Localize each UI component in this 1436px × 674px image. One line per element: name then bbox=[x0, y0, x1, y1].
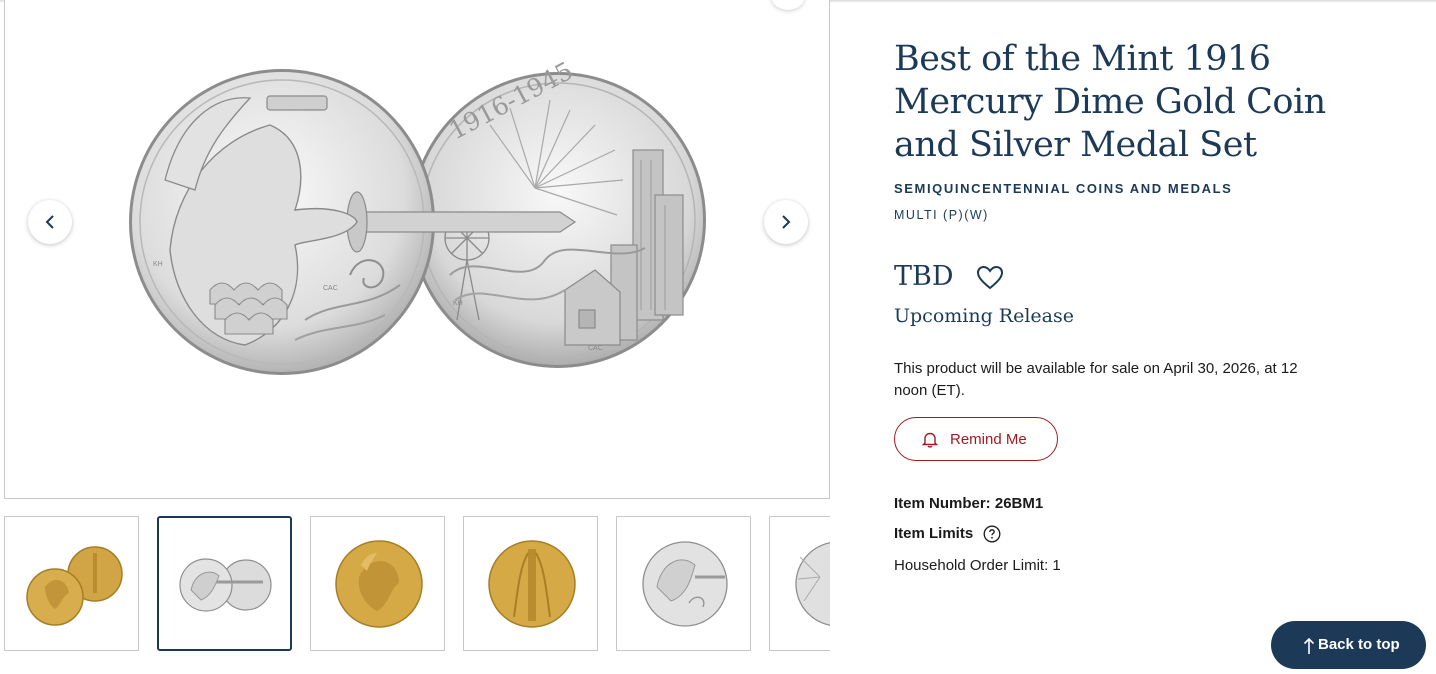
item-limits-label: Item Limits bbox=[894, 525, 974, 542]
remind-me-label: Remind Me bbox=[950, 431, 1027, 448]
back-to-top-button[interactable]: Back to top bbox=[1271, 621, 1426, 669]
product-main-image[interactable]: 1916-1945 KH CAC KH CAC bbox=[4, 0, 830, 499]
product-category[interactable]: SEMIQUINCENTENNIAL COINS AND MEDALS bbox=[894, 181, 1232, 196]
previous-image-button[interactable] bbox=[28, 200, 72, 244]
thumbnail-silver-pair[interactable] bbox=[157, 516, 292, 651]
thumbnail-gold-reverse[interactable] bbox=[463, 516, 598, 651]
availability-text: This product will be available for sale … bbox=[894, 360, 1298, 399]
thumbnail-strip bbox=[4, 516, 830, 656]
thumbnail-silver-reverse[interactable] bbox=[769, 516, 830, 651]
chevron-right-icon bbox=[782, 215, 791, 229]
arrow-up-icon bbox=[1303, 637, 1315, 654]
chevron-left-icon bbox=[45, 215, 54, 229]
item-number: Item Number: 26BM1 bbox=[894, 495, 1044, 512]
help-icon[interactable] bbox=[983, 525, 1001, 543]
svg-text:CAC: CAC bbox=[323, 285, 338, 292]
heart-icon[interactable] bbox=[976, 265, 1004, 291]
back-to-top-label: Back to top bbox=[1318, 636, 1400, 653]
remind-me-button[interactable]: Remind Me bbox=[894, 417, 1058, 461]
svg-text:KH: KH bbox=[153, 261, 163, 268]
thumbnail-gold-obverse[interactable] bbox=[310, 516, 445, 651]
bell-icon bbox=[922, 432, 938, 448]
svg-text:CAC: CAC bbox=[588, 345, 603, 352]
product-price: TBD bbox=[894, 261, 954, 292]
mint-mark: MULTI (P)(W) bbox=[894, 208, 989, 222]
thumbnail-gold-pair[interactable] bbox=[4, 516, 139, 651]
next-image-button[interactable] bbox=[764, 200, 808, 244]
coin-medal-image: 1916-1945 KH CAC KH CAC bbox=[129, 56, 706, 375]
thumbnail-silver-obverse[interactable] bbox=[616, 516, 751, 651]
release-status: Upcoming Release bbox=[894, 305, 1074, 327]
product-title: Best of the Mint 1916 Mercury Dime Gold … bbox=[894, 39, 1326, 165]
svg-text:KH: KH bbox=[453, 300, 463, 307]
household-order-limit: Household Order Limit: 1 bbox=[894, 557, 1061, 574]
